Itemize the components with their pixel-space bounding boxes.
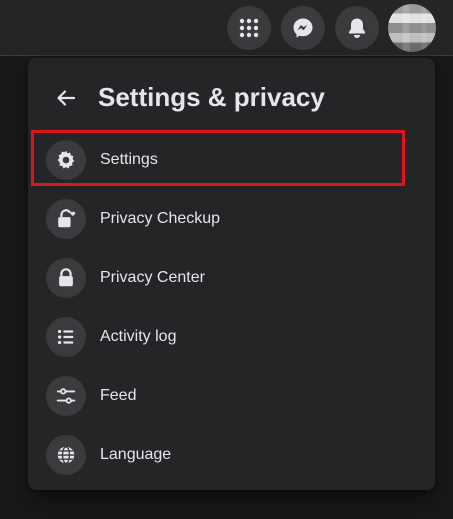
menu-item-privacy-checkup[interactable]: Privacy Checkup	[28, 189, 435, 248]
menu-item-label: Feed	[100, 386, 137, 404]
avatar[interactable]	[388, 4, 436, 52]
menu-item-settings[interactable]: Settings	[28, 130, 435, 189]
messenger-button[interactable]	[281, 6, 325, 50]
menu-item-label: Settings	[100, 150, 158, 168]
notifications-bell-icon	[349, 18, 365, 38]
menu-grid-button[interactable]	[227, 6, 271, 50]
settings-privacy-panel: Settings & privacy Settings Privacy Chec…	[28, 58, 435, 490]
gear-icon	[46, 139, 86, 180]
lock-heart-icon	[46, 198, 86, 239]
back-button[interactable]	[48, 80, 84, 116]
page-title: Settings & privacy	[98, 82, 325, 112]
menu-item-privacy-center[interactable]: Privacy Center	[28, 248, 435, 307]
sliders-icon	[46, 375, 86, 416]
messenger-icon	[293, 18, 313, 38]
menu-item-label: Activity log	[100, 327, 177, 345]
top-navigation-bar	[0, 0, 453, 56]
menu-grid-icon	[239, 18, 259, 38]
menu-item-label: Privacy Checkup	[100, 209, 221, 227]
panel-header: Settings & privacy	[28, 58, 435, 134]
menu-item-label: Language	[100, 445, 172, 463]
lock-icon	[46, 257, 86, 298]
list-icon	[46, 316, 86, 357]
menu-item-feed[interactable]: Feed	[28, 366, 435, 425]
arrow-left-icon	[57, 90, 76, 106]
menu-item-label: Privacy Center	[100, 268, 205, 286]
menu-item-language[interactable]: Language	[28, 425, 435, 484]
notifications-button[interactable]	[335, 6, 379, 50]
globe-icon	[46, 434, 86, 475]
settings-menu: Settings Privacy Checkup Privacy Center	[28, 130, 435, 484]
menu-item-activity-log[interactable]: Activity log	[28, 307, 435, 366]
